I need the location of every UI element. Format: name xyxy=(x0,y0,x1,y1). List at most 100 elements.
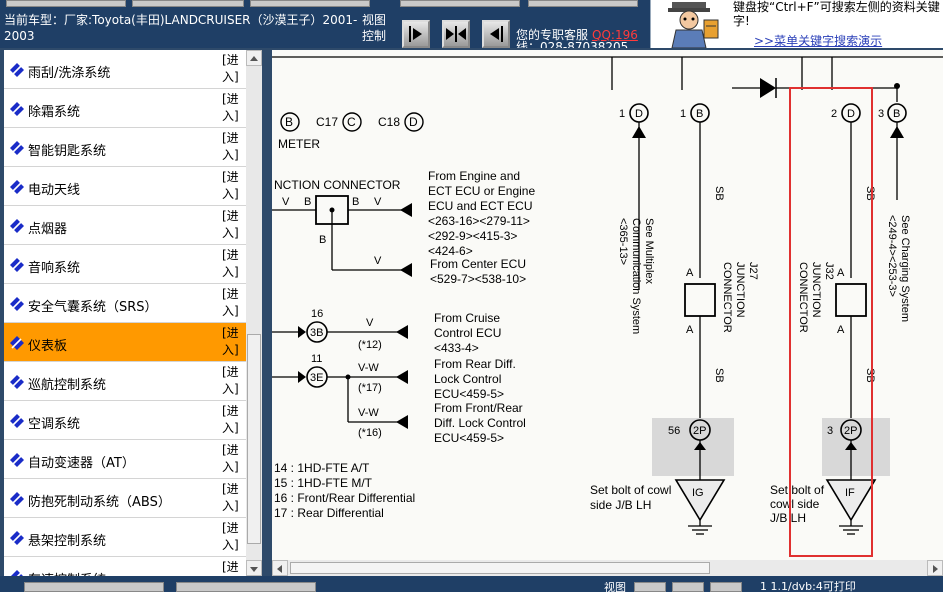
svg-text:See Charging System: See Charging System xyxy=(899,215,911,322)
enter-link[interactable]: [进入] xyxy=(222,481,246,515)
svg-text:J/B LH: J/B LH xyxy=(770,511,806,525)
view-control-label: 视图控制 xyxy=(362,13,387,43)
wiring-diagram: B C17 C C18 D METER NCTION CONNECTOR V B… xyxy=(272,50,943,560)
enter-link[interactable]: [进入] xyxy=(222,364,246,398)
wiring-diagram-viewer[interactable]: B C17 C C18 D METER NCTION CONNECTOR V B… xyxy=(272,50,943,560)
connector-2p-right-label: 2P xyxy=(844,425,857,437)
wire-color-v-right: V xyxy=(374,196,382,208)
sidebar-menu-item[interactable]: 除霜系统 [进入] xyxy=(4,89,246,128)
svg-text:J27: J27 xyxy=(747,262,759,280)
svg-text:<433-4>: <433-4> xyxy=(434,341,479,355)
connector-c17-label: C17 xyxy=(316,115,338,129)
diamond-arrow-icon xyxy=(10,531,24,545)
enter-link[interactable]: [进入] xyxy=(222,91,246,125)
sidebar-menu-label: 仪表板 xyxy=(28,339,68,354)
sidebar-menu-item[interactable]: 仪表板 [进入] xyxy=(4,323,246,362)
svg-text:Set bolt of: Set bolt of xyxy=(770,483,825,497)
enter-link[interactable]: [进入] xyxy=(222,247,246,281)
sidebar-menu-item[interactable]: 电动天线 [进入] xyxy=(4,167,246,206)
enter-link[interactable]: [进入] xyxy=(222,286,246,320)
sidebar-scroll-thumb[interactable] xyxy=(247,334,261,544)
sidebar-menu-label: 巡航控制系统 xyxy=(28,378,107,393)
sidebar-menu-item[interactable]: 巡航控制系统 [进入] xyxy=(4,362,246,401)
enter-link[interactable]: [进入] xyxy=(222,403,246,437)
diamond-arrow-icon xyxy=(10,297,24,311)
svg-text:<292-9><415-3>: <292-9><415-3> xyxy=(428,229,517,243)
svg-text:See Multiplex: See Multiplex xyxy=(643,218,655,285)
col4-pin-label: 3 xyxy=(878,108,884,120)
wire-v-cruise: V xyxy=(366,317,374,329)
svg-text:<263-16><279-11>: <263-16><279-11> xyxy=(428,214,530,228)
sidebar-menu-item[interactable]: 自动变速器（AT） [进入] xyxy=(4,440,246,479)
fit-view-button[interactable] xyxy=(442,20,470,48)
enter-link[interactable]: [进入] xyxy=(222,52,246,86)
top-tab-button-5[interactable] xyxy=(528,0,638,7)
enter-link[interactable]: [进入] xyxy=(222,325,246,359)
sidebar-menu-item[interactable]: 雨刮/洗涤系统 [进入] xyxy=(4,50,246,89)
svg-text:JUNCTION: JUNCTION xyxy=(810,262,822,318)
footer-view-button-3[interactable] xyxy=(710,582,742,592)
sidebar-menu-item[interactable]: 悬架控制系统 [进入] xyxy=(4,518,246,557)
bottom-button-1[interactable] xyxy=(24,582,164,592)
sidebar-menu-item[interactable]: 车速控制系统 [进入] xyxy=(4,557,246,576)
wire-color-b-left: B xyxy=(304,196,311,208)
top-tab-button-4[interactable] xyxy=(400,0,520,7)
footer-view-button-1[interactable] xyxy=(634,582,666,592)
chevron-left-icon xyxy=(277,565,282,573)
col3-connector-label: D xyxy=(847,108,855,120)
diamond-arrow-icon xyxy=(11,570,23,576)
wire-color-b-right: B xyxy=(352,196,359,208)
next-view-button[interactable] xyxy=(402,20,430,48)
bottom-button-2[interactable] xyxy=(176,582,316,592)
scroll-up-button[interactable] xyxy=(246,50,262,66)
svg-text:side J/B LH: side J/B LH xyxy=(590,498,651,512)
top-tab-button-3[interactable] xyxy=(250,0,370,7)
svg-text:Diff. Lock Control: Diff. Lock Control xyxy=(434,416,526,430)
chevron-right-icon xyxy=(933,565,938,573)
connector-56-label: 56 xyxy=(668,425,680,437)
diamond-arrow-icon xyxy=(10,63,24,77)
sidebar-menu-label: 音响系统 xyxy=(28,261,81,276)
svg-text:J32: J32 xyxy=(823,262,835,280)
top-tab-button-1[interactable] xyxy=(6,0,126,7)
scroll-left-button[interactable] xyxy=(272,560,288,576)
sidebar-menu-label: 空调系统 xyxy=(28,417,81,432)
sidebar-menu-item[interactable]: 音响系统 [进入] xyxy=(4,245,246,284)
keyword-search-demo-link[interactable]: >>菜单关键字搜索演示 xyxy=(754,32,882,49)
chevron-down-icon xyxy=(250,567,258,572)
svg-text:<249-4><253-3>: <249-4><253-3> xyxy=(886,215,898,297)
sidebar-menu-item[interactable]: 防抱死制动系统（ABS） [进入] xyxy=(4,479,246,518)
enter-link[interactable]: [进入] xyxy=(222,169,246,203)
diagram-scroll-thumb[interactable] xyxy=(290,562,710,574)
sidebar-menu-item[interactable]: 智能钥匙系统 [进入] xyxy=(4,128,246,167)
sidebar-menu-item[interactable]: 安全气囊系统（SRS） [进入] xyxy=(4,284,246,323)
enter-link[interactable]: [进入] xyxy=(222,208,246,242)
enter-link[interactable]: [进入] xyxy=(222,520,246,554)
sidebar-menu-item[interactable]: 点烟器 [进入] xyxy=(4,206,246,245)
j32-pin-a-bottom: A xyxy=(837,324,845,336)
scroll-down-button[interactable] xyxy=(246,560,262,576)
footer-view-button-2[interactable] xyxy=(672,582,704,592)
connector-d-label: D xyxy=(409,115,418,129)
sidebar-menu-label: 除霜系统 xyxy=(28,105,81,120)
ground-ig-label: IG xyxy=(692,487,704,499)
col4-connector-label: B xyxy=(893,108,900,120)
arrow-left-icon xyxy=(490,26,503,42)
chevron-up-icon xyxy=(250,56,258,61)
arrows-inward-icon xyxy=(446,26,466,42)
scroll-right-button[interactable] xyxy=(927,560,943,576)
enter-link[interactable]: [进入] xyxy=(222,442,246,476)
sidebar-menu-label: 自动变速器（AT） xyxy=(28,456,135,471)
wire-sb-j27-bottom: SB xyxy=(713,368,725,383)
wire-vw-front: V-W xyxy=(358,407,379,419)
wire-color-v-center: V xyxy=(374,255,382,267)
prev-view-button[interactable] xyxy=(482,20,510,48)
j32-pin-a-top: A xyxy=(837,267,845,279)
mascot-icon xyxy=(668,2,719,48)
sidebar-menu-label: 悬架控制系统 xyxy=(28,534,107,549)
top-tab-button-2[interactable] xyxy=(132,0,244,7)
diamond-arrow-icon xyxy=(10,258,24,272)
enter-link[interactable]: [进入] xyxy=(222,559,246,576)
enter-link[interactable]: [进入] xyxy=(222,130,246,164)
sidebar-menu-item[interactable]: 空调系统 [进入] xyxy=(4,401,246,440)
